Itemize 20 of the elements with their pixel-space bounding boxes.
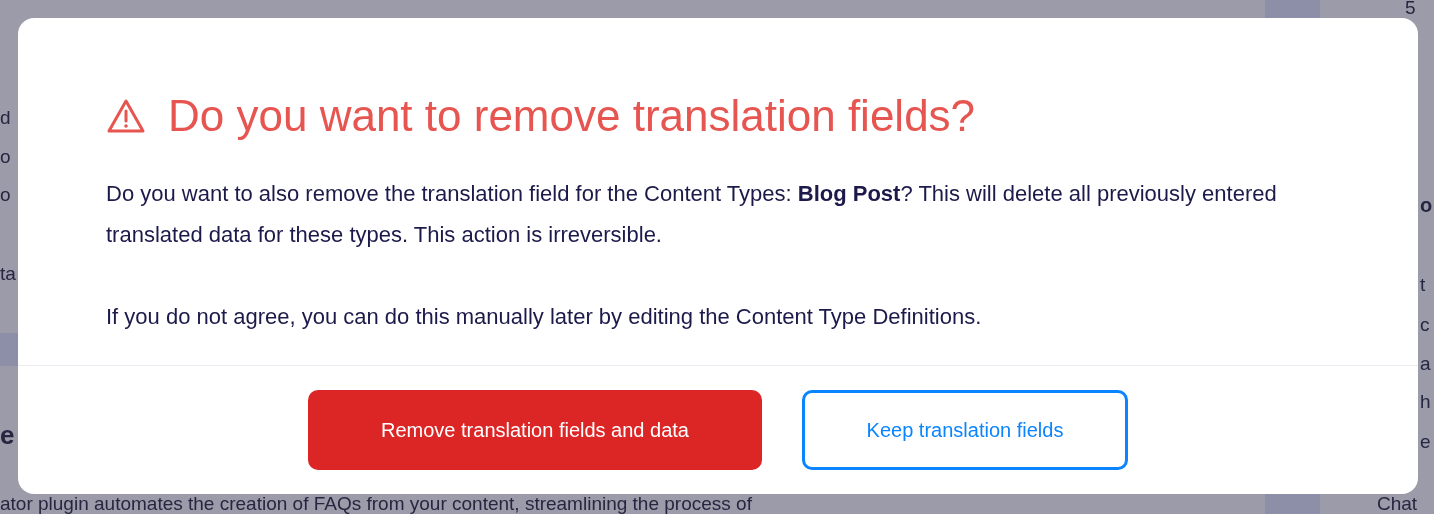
- remove-button[interactable]: Remove translation fields and data: [308, 390, 762, 470]
- background-text: e: [1420, 430, 1431, 454]
- background-text: d: [0, 106, 11, 130]
- background-text: o: [0, 145, 11, 169]
- background-text: o: [0, 183, 11, 207]
- page-counter: 5: [1405, 0, 1416, 20]
- dialog-title: Do you want to remove translation fields?: [168, 90, 976, 142]
- background-text: ator plugin automates the creation of FAQs from your content, streamlining the process of: [0, 493, 752, 514]
- background-text: h: [1420, 390, 1431, 414]
- background-text: Chat: [1377, 494, 1418, 514]
- background-heading: e: [0, 419, 15, 452]
- background-text: ta: [0, 262, 16, 286]
- warning-icon: [106, 98, 146, 135]
- dialog-message: If you do not agree, you can do this manually later by editing the Content Type Definitions.: [106, 302, 983, 331]
- background-heading: o: [1420, 193, 1433, 218]
- background-text: a: [1420, 352, 1431, 376]
- background-text: t: [1420, 273, 1426, 297]
- background-text: c: [1420, 313, 1430, 337]
- keep-button[interactable]: Keep translation fields: [802, 390, 1128, 470]
- dialog-message: Do you want to also remove the translation field for the Content Types: Blog Post? This will delete all previously entered translated data for these types. This action is irreversible.: [106, 179, 1278, 249]
